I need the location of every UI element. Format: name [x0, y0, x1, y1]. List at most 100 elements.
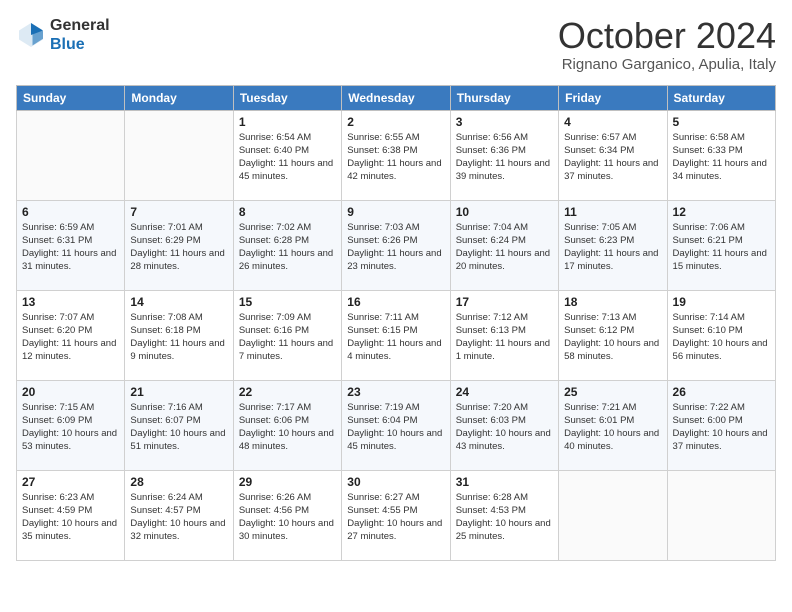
- calendar-cell: 16Sunrise: 7:11 AMSunset: 6:15 PMDayligh…: [342, 290, 450, 380]
- day-number: 16: [347, 295, 444, 309]
- col-sunday: Sunday: [17, 85, 125, 110]
- day-number: 18: [564, 295, 661, 309]
- day-info: Sunrise: 7:12 AMSunset: 6:13 PMDaylight:…: [456, 311, 553, 364]
- day-info: Sunrise: 6:59 AMSunset: 6:31 PMDaylight:…: [22, 221, 119, 274]
- title-block: October 2024 Rignano Garganico, Apulia, …: [558, 16, 776, 73]
- calendar-table: Sunday Monday Tuesday Wednesday Thursday…: [16, 85, 776, 561]
- calendar-cell: 9 Sunrise: 7:03 AMSunset: 6:26 PMDaylight…: [342, 200, 450, 290]
- day-number: 10: [456, 205, 553, 219]
- location-subtitle: Rignano Garganico, Apulia, Italy: [558, 56, 776, 73]
- calendar-cell: 18Sunrise: 7:13 AMSunset: 6:12 PMDayligh…: [559, 290, 667, 380]
- day-info: Sunrise: 7:02 AMSunset: 6:28 PMDaylight:…: [239, 221, 336, 274]
- logo-icon: [16, 20, 46, 50]
- day-number: 28: [130, 475, 227, 489]
- day-info: Sunrise: 6:24 AMSunset: 4:57 PMDaylight:…: [130, 491, 227, 544]
- day-info: Sunrise: 6:57 AMSunset: 6:34 PMDaylight:…: [564, 131, 661, 184]
- day-number: 12: [673, 205, 770, 219]
- day-number: 26: [673, 385, 770, 399]
- day-number: 29: [239, 475, 336, 489]
- calendar-cell: 2 Sunrise: 6:55 AMSunset: 6:38 PMDaylight…: [342, 110, 450, 200]
- col-monday: Monday: [125, 85, 233, 110]
- calendar-cell: 27 Sunrise: 6:23 AMSunset: 4:59 PMDayligh…: [17, 470, 125, 560]
- day-number: 24: [456, 385, 553, 399]
- day-number: 1: [239, 115, 336, 129]
- day-info: Sunrise: 7:17 AMSunset: 6:06 PMDaylight:…: [239, 401, 336, 454]
- calendar-cell: 7 Sunrise: 7:01 AMSunset: 6:29 PMDaylight…: [125, 200, 233, 290]
- day-number: 2: [347, 115, 444, 129]
- day-number: 7: [130, 205, 227, 219]
- week-row-2: 6 Sunrise: 6:59 AMSunset: 6:31 PMDaylight…: [17, 200, 776, 290]
- day-info: Sunrise: 7:07 AMSunset: 6:20 PMDaylight:…: [22, 311, 119, 364]
- day-number: 25: [564, 385, 661, 399]
- calendar-cell: [125, 110, 233, 200]
- day-number: 31: [456, 475, 553, 489]
- day-number: 8: [239, 205, 336, 219]
- day-info: Sunrise: 7:21 AMSunset: 6:01 PMDaylight:…: [564, 401, 661, 454]
- week-row-4: 20 Sunrise: 7:15 AMSunset: 6:09 PMDayligh…: [17, 380, 776, 470]
- day-info: Sunrise: 7:16 AMSunset: 6:07 PMDaylight:…: [130, 401, 227, 454]
- calendar-cell: 25 Sunrise: 7:21 AMSunset: 6:01 PMDayligh…: [559, 380, 667, 470]
- logo-text: General Blue: [50, 16, 110, 54]
- calendar-cell: 13 Sunrise: 7:07 AMSunset: 6:20 PMDayligh…: [17, 290, 125, 380]
- calendar-cell: 22 Sunrise: 7:17 AMSunset: 6:06 PMDayligh…: [233, 380, 341, 470]
- day-info: Sunrise: 6:54 AMSunset: 6:40 PMDaylight:…: [239, 131, 336, 184]
- day-info: Sunrise: 6:55 AMSunset: 6:38 PMDaylight:…: [347, 131, 444, 184]
- calendar-body: 1 Sunrise: 6:54 AMSunset: 6:40 PMDaylight…: [17, 110, 776, 560]
- day-info: Sunrise: 6:23 AMSunset: 4:59 PMDaylight:…: [22, 491, 119, 544]
- calendar-cell: 5Sunrise: 6:58 AMSunset: 6:33 PMDaylight…: [667, 110, 775, 200]
- calendar-cell: 11 Sunrise: 7:05 AMSunset: 6:23 PMDayligh…: [559, 200, 667, 290]
- day-number: 4: [564, 115, 661, 129]
- calendar-cell: 29 Sunrise: 6:26 AMSunset: 4:56 PMDayligh…: [233, 470, 341, 560]
- calendar-cell: [559, 470, 667, 560]
- day-info: Sunrise: 7:15 AMSunset: 6:09 PMDaylight:…: [22, 401, 119, 454]
- day-number: 22: [239, 385, 336, 399]
- calendar-cell: 3Sunrise: 6:56 AMSunset: 6:36 PMDaylight…: [450, 110, 558, 200]
- calendar-cell: 17 Sunrise: 7:12 AMSunset: 6:13 PMDayligh…: [450, 290, 558, 380]
- calendar-cell: 24 Sunrise: 7:20 AMSunset: 6:03 PMDayligh…: [450, 380, 558, 470]
- calendar-cell: 8 Sunrise: 7:02 AMSunset: 6:28 PMDaylight…: [233, 200, 341, 290]
- day-number: 15: [239, 295, 336, 309]
- calendar-cell: 20 Sunrise: 7:15 AMSunset: 6:09 PMDayligh…: [17, 380, 125, 470]
- weekday-row: Sunday Monday Tuesday Wednesday Thursday…: [17, 85, 776, 110]
- calendar-cell: 19Sunrise: 7:14 AMSunset: 6:10 PMDayligh…: [667, 290, 775, 380]
- day-info: Sunrise: 7:14 AMSunset: 6:10 PMDaylight:…: [673, 311, 770, 364]
- calendar-cell: [17, 110, 125, 200]
- day-number: 17: [456, 295, 553, 309]
- day-number: 23: [347, 385, 444, 399]
- day-number: 11: [564, 205, 661, 219]
- day-info: Sunrise: 6:26 AMSunset: 4:56 PMDaylight:…: [239, 491, 336, 544]
- day-number: 6: [22, 205, 119, 219]
- day-info: Sunrise: 7:03 AMSunset: 6:26 PMDaylight:…: [347, 221, 444, 274]
- col-wednesday: Wednesday: [342, 85, 450, 110]
- day-info: Sunrise: 7:06 AMSunset: 6:21 PMDaylight:…: [673, 221, 770, 274]
- col-saturday: Saturday: [667, 85, 775, 110]
- day-number: 21: [130, 385, 227, 399]
- calendar-header: Sunday Monday Tuesday Wednesday Thursday…: [17, 85, 776, 110]
- calendar-cell: 21 Sunrise: 7:16 AMSunset: 6:07 PMDayligh…: [125, 380, 233, 470]
- calendar-cell: 15Sunrise: 7:09 AMSunset: 6:16 PMDayligh…: [233, 290, 341, 380]
- day-info: Sunrise: 7:20 AMSunset: 6:03 PMDaylight:…: [456, 401, 553, 454]
- day-number: 9: [347, 205, 444, 219]
- calendar-cell: 10Sunrise: 7:04 AMSunset: 6:24 PMDayligh…: [450, 200, 558, 290]
- calendar-cell: 14Sunrise: 7:08 AMSunset: 6:18 PMDayligh…: [125, 290, 233, 380]
- week-row-3: 13 Sunrise: 7:07 AMSunset: 6:20 PMDayligh…: [17, 290, 776, 380]
- logo-blue: Blue: [50, 36, 85, 53]
- calendar-cell: 4 Sunrise: 6:57 AMSunset: 6:34 PMDaylight…: [559, 110, 667, 200]
- day-info: Sunrise: 6:58 AMSunset: 6:33 PMDaylight:…: [673, 131, 770, 184]
- day-number: 27: [22, 475, 119, 489]
- day-number: 20: [22, 385, 119, 399]
- day-info: Sunrise: 7:22 AMSunset: 6:00 PMDaylight:…: [673, 401, 770, 454]
- calendar-cell: 1 Sunrise: 6:54 AMSunset: 6:40 PMDaylight…: [233, 110, 341, 200]
- week-row-1: 1 Sunrise: 6:54 AMSunset: 6:40 PMDaylight…: [17, 110, 776, 200]
- logo-general: General: [50, 17, 110, 34]
- calendar-cell: [667, 470, 775, 560]
- day-number: 14: [130, 295, 227, 309]
- week-row-5: 27 Sunrise: 6:23 AMSunset: 4:59 PMDayligh…: [17, 470, 776, 560]
- col-thursday: Thursday: [450, 85, 558, 110]
- day-info: Sunrise: 6:56 AMSunset: 6:36 PMDaylight:…: [456, 131, 553, 184]
- calendar-cell: 6 Sunrise: 6:59 AMSunset: 6:31 PMDaylight…: [17, 200, 125, 290]
- day-info: Sunrise: 7:05 AMSunset: 6:23 PMDaylight:…: [564, 221, 661, 274]
- day-number: 30: [347, 475, 444, 489]
- day-number: 13: [22, 295, 119, 309]
- day-info: Sunrise: 7:01 AMSunset: 6:29 PMDaylight:…: [130, 221, 227, 274]
